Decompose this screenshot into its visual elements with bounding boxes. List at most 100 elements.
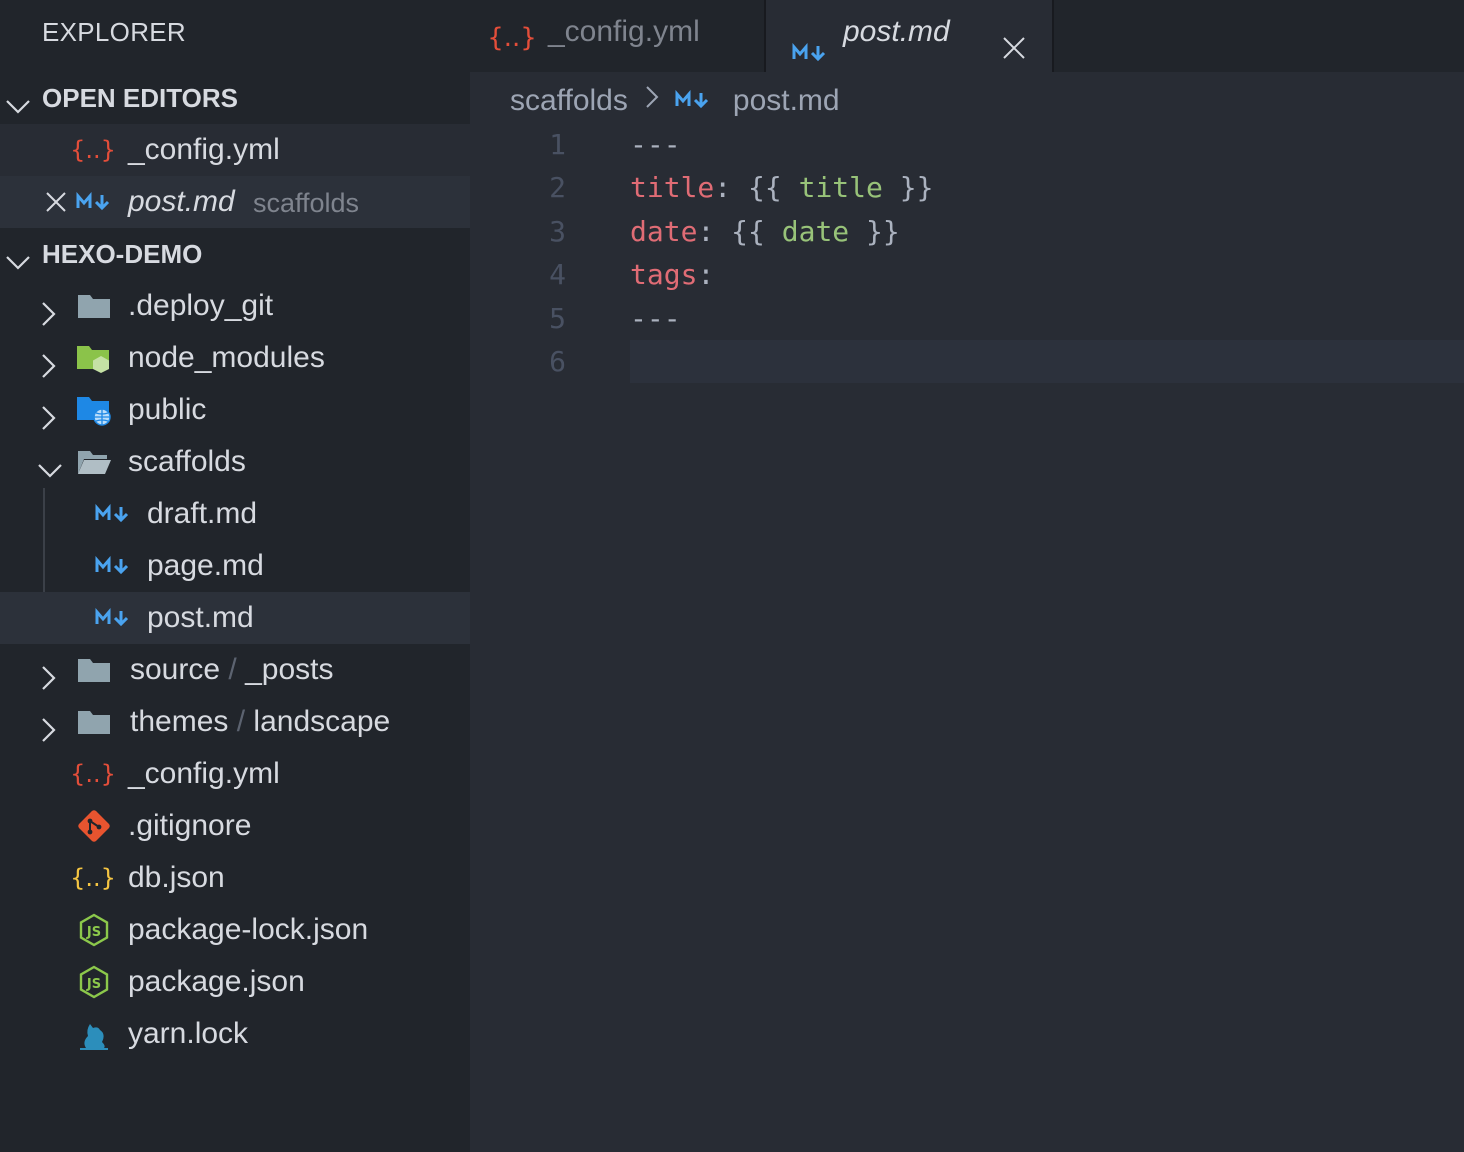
tree-item-themes-landscape[interactable]: themes / landscape <box>0 696 470 748</box>
tree-item-label: package-lock.json <box>128 913 369 946</box>
tab-post-md[interactable]: post.md <box>766 0 1052 72</box>
tree-item-label: page.md <box>147 549 264 582</box>
open-editor-item-config[interactable]: {..} _config.yml <box>0 124 470 176</box>
yaml-key: tags <box>630 258 698 291</box>
yaml-colon: : <box>697 258 715 291</box>
front-matter-delimiter: --- <box>630 302 681 335</box>
breadcrumb: scaffolds post.md <box>510 78 840 122</box>
folder-icon <box>74 654 114 686</box>
tab-label: post.md <box>843 15 950 48</box>
yaml-file-icon: {..} <box>487 14 537 78</box>
code-line: 5 --- <box>470 297 1464 340</box>
breadcrumb-file[interactable]: post.md <box>733 84 840 117</box>
code-line: 3 date: {{ date }} <box>470 210 1464 253</box>
markdown-file-icon <box>74 186 114 218</box>
tree-item-label: source <box>130 653 221 686</box>
line-number: 2 <box>549 171 566 204</box>
markdown-file-icon <box>792 22 828 86</box>
tree-item-label: themes <box>130 705 229 738</box>
markdown-file-icon <box>93 550 133 582</box>
tree-item-source-posts[interactable]: source / _posts <box>0 644 470 696</box>
compact-folder-label: themes / landscape <box>130 696 390 748</box>
code-line: 2 title: {{ title }} <box>470 166 1464 209</box>
yaml-file-icon: {..} <box>73 134 113 166</box>
line-number: 5 <box>549 302 566 335</box>
node-modules-folder-icon <box>74 342 114 374</box>
tree-item-node-modules[interactable]: node_modules <box>0 332 470 384</box>
explorer-title: EXPLORER <box>42 17 187 47</box>
nodejs-icon: JS <box>74 965 114 999</box>
template-variable: title <box>798 171 883 204</box>
tree-item-label: .deploy_git <box>128 289 274 322</box>
template-open: {{ <box>748 171 782 204</box>
tree-item-post-md[interactable]: post.md <box>0 592 470 644</box>
json-file-icon: {..} <box>73 862 113 894</box>
close-icon[interactable] <box>38 186 74 218</box>
line-number: 4 <box>549 258 566 291</box>
tree-item-label: scaffolds <box>128 445 246 478</box>
svg-text:{..}: {..} <box>73 760 113 788</box>
yarn-icon <box>74 1018 114 1050</box>
tree-item-label: .gitignore <box>128 809 252 842</box>
tree-item-db-json[interactable]: {..} db.json <box>0 852 470 904</box>
tree-item-sublabel: _posts <box>245 653 334 686</box>
folder-icon <box>74 706 114 738</box>
tree-item-yarn-lock[interactable]: yarn.lock <box>0 1008 470 1060</box>
project-label: HEXO-DEMO <box>42 239 203 269</box>
tree-item-page-md[interactable]: page.md <box>0 540 470 592</box>
project-header[interactable]: HEXO-DEMO <box>0 228 470 280</box>
template-open: {{ <box>731 215 765 248</box>
line-number: 1 <box>549 128 566 161</box>
tree-item-label: db.json <box>128 861 225 894</box>
tree-item-label: public <box>128 393 207 426</box>
breadcrumb-folder[interactable]: scaffolds <box>510 84 628 117</box>
tree-item-label: _config.yml <box>128 757 280 790</box>
explorer-sidebar: EXPLORER OPEN EDITORS {..} _config.yml p… <box>0 0 470 1152</box>
tree-item-label: draft.md <box>147 497 258 530</box>
tab-config-yml[interactable]: {..} _config.yml <box>470 0 764 72</box>
code-line-current: 6 <box>470 340 1464 383</box>
code-line: 4 tags: <box>470 253 1464 296</box>
line-number: 3 <box>549 215 566 248</box>
svg-text:JS: JS <box>86 977 101 992</box>
tree-item-package-lock-json[interactable]: JS package-lock.json <box>0 904 470 956</box>
svg-text:{..}: {..} <box>490 23 534 53</box>
close-icon[interactable] <box>1002 19 1026 83</box>
tab-label: _config.yml <box>548 15 700 48</box>
svg-text:{..}: {..} <box>73 136 113 164</box>
tree-item-deploy-git[interactable]: .deploy_git <box>0 280 470 332</box>
tree-item-public[interactable]: public <box>0 384 470 436</box>
code-line: 1 --- <box>470 123 1464 166</box>
open-editors-header[interactable]: OPEN EDITORS <box>0 72 470 124</box>
tree-item-label: post.md <box>147 601 254 634</box>
svg-text:JS: JS <box>86 925 101 940</box>
git-icon <box>74 810 114 842</box>
tree-item-config-yml[interactable]: {..} _config.yml <box>0 748 470 800</box>
yaml-colon: : <box>714 171 732 204</box>
open-editor-label: _config.yml <box>128 133 280 166</box>
line-number: 6 <box>549 345 566 378</box>
template-close: }} <box>899 171 934 204</box>
path-separator: / <box>228 653 237 686</box>
tree-item-package-json[interactable]: JS package.json <box>0 956 470 1008</box>
tab-bar: {..} _config.yml post.md <box>470 0 1464 72</box>
open-editor-item-post[interactable]: post.md scaffolds <box>0 176 470 228</box>
path-separator: / <box>236 705 246 738</box>
open-editors-label: OPEN EDITORS <box>42 83 239 113</box>
markdown-file-icon <box>93 602 133 634</box>
tree-item-gitignore[interactable]: .gitignore <box>0 800 470 852</box>
markdown-file-icon <box>675 79 711 123</box>
tree-item-draft-md[interactable]: draft.md <box>0 488 470 540</box>
folder-open-icon <box>74 446 114 478</box>
code-editor[interactable]: 1 --- 2 title: {{ title }} 3 date: {{ da… <box>470 122 1464 1152</box>
yaml-key: title <box>630 171 715 204</box>
file-tree: .deploy_git node_modules public scaffold… <box>0 280 470 1060</box>
yaml-colon: : <box>697 215 715 248</box>
compact-folder-label: source / _posts <box>130 644 333 696</box>
front-matter-delimiter: --- <box>630 128 681 161</box>
chevron-right-icon <box>644 79 660 123</box>
yaml-key: date <box>630 215 698 248</box>
code-content: title: {{ title }} <box>630 166 933 209</box>
svg-text:{..}: {..} <box>73 864 113 892</box>
tree-item-scaffolds[interactable]: scaffolds <box>0 436 470 488</box>
